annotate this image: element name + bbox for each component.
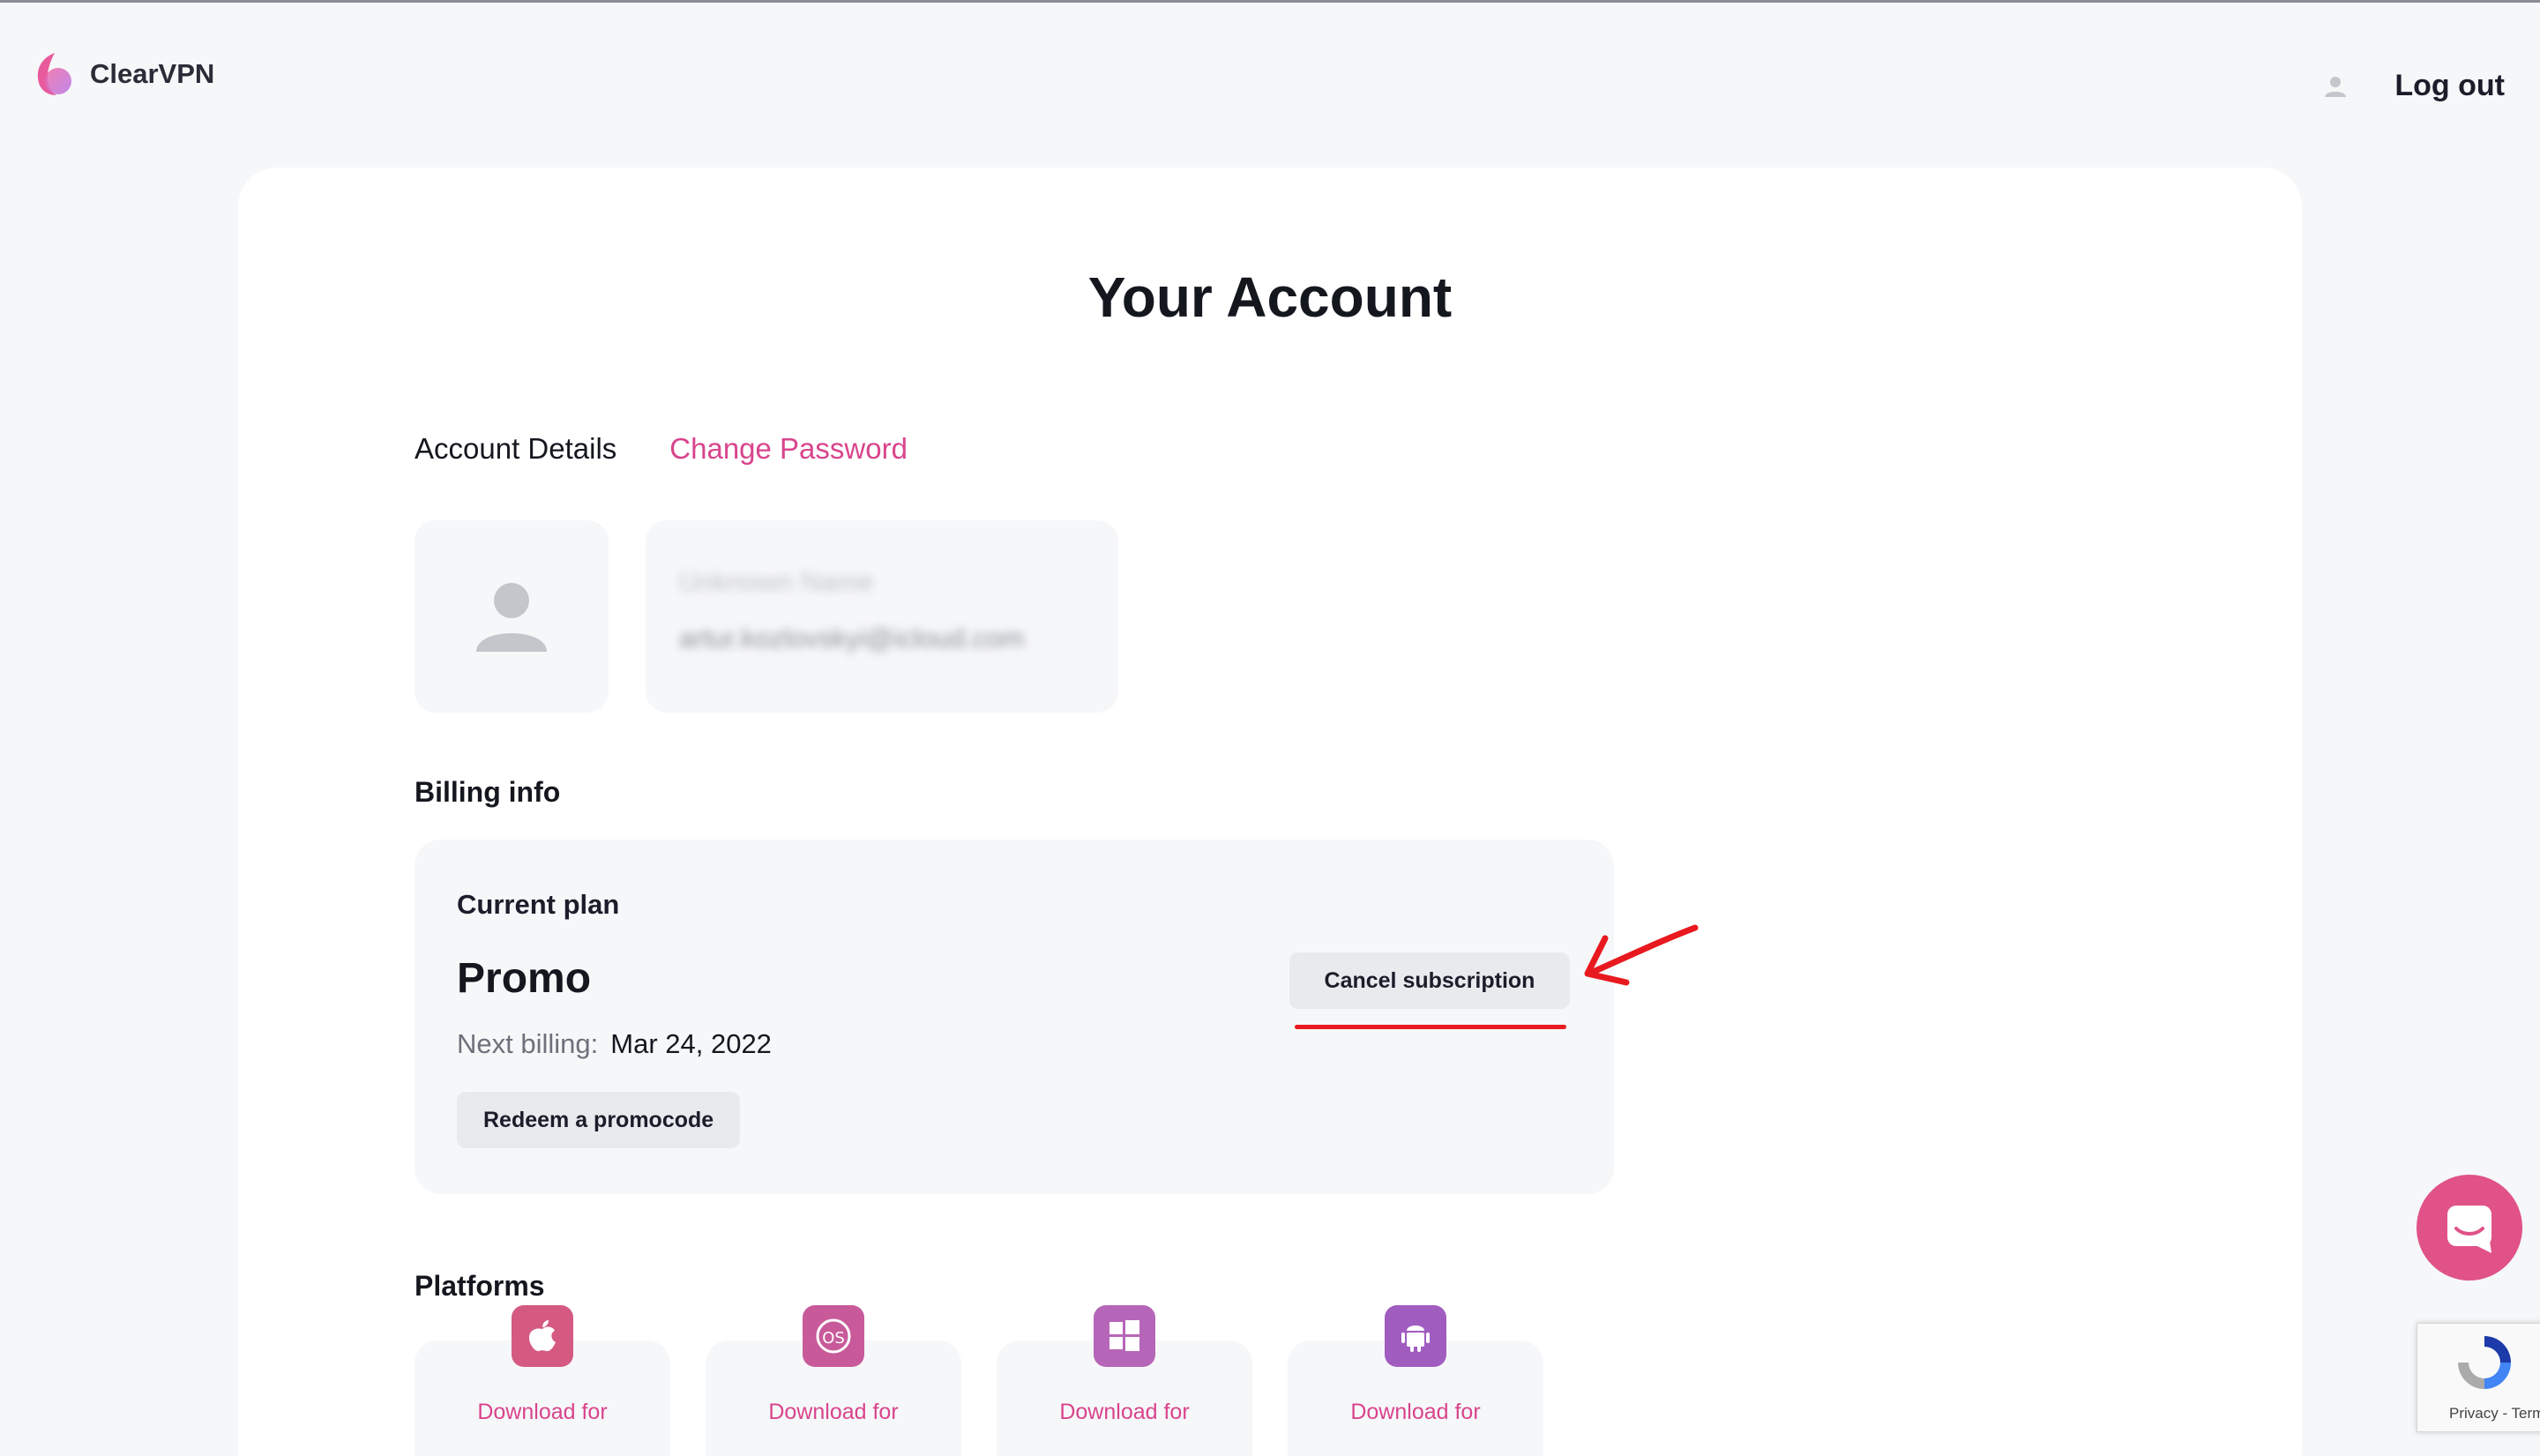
page-title: Your Account — [1087, 265, 1453, 329]
platform-label: Download for — [768, 1400, 899, 1424]
platforms-list: Download for OS Download for Download fo… — [415, 1305, 1579, 1456]
billing-panel: Current plan Promo Next billing: Mar 24, … — [415, 840, 1614, 1194]
billing-section-title: Billing info — [415, 776, 561, 808]
macos-icon: OS — [803, 1305, 864, 1367]
next-billing: Next billing: Mar 24, 2022 — [457, 1028, 772, 1060]
clearvpn-logo-icon — [34, 51, 74, 97]
apple-icon — [512, 1305, 573, 1367]
svg-text:OS: OS — [822, 1329, 845, 1348]
current-plan-label: Current plan — [457, 889, 620, 920]
platform-label: Download for — [1350, 1400, 1481, 1424]
brand-logo[interactable]: ClearVPN — [34, 51, 214, 97]
tab-account-details[interactable]: Account Details — [415, 432, 616, 466]
platform-label: Download for — [1059, 1400, 1190, 1424]
platform-macos[interactable]: OS Download for — [706, 1305, 961, 1456]
avatar-placeholder-icon — [476, 583, 547, 652]
brand-name: ClearVPN — [90, 58, 215, 89]
header-user-area: Log out — [2324, 69, 2505, 103]
recaptcha-icon — [2458, 1336, 2511, 1389]
platform-ios[interactable]: Download for — [415, 1305, 670, 1456]
next-billing-date: Mar 24, 2022 — [610, 1028, 772, 1059]
logout-button[interactable]: Log out — [2394, 69, 2505, 103]
profile-info: Unknown Name artur.kozlovskyi@icloud.com — [646, 520, 1118, 713]
chat-icon — [2447, 1206, 2491, 1253]
annotation-arrow-icon — [1584, 924, 1699, 986]
platforms-section-title: Platforms — [415, 1270, 545, 1302]
plan-name: Promo — [457, 955, 592, 1002]
window-top-border — [0, 0, 2540, 3]
next-billing-label: Next billing: — [457, 1028, 599, 1059]
android-icon — [1385, 1305, 1446, 1367]
user-icon[interactable] — [2324, 75, 2347, 98]
account-tabs: Account Details Change Password — [415, 432, 908, 466]
platform-windows[interactable]: Download for — [997, 1305, 1252, 1456]
cancel-subscription-button[interactable]: Cancel subscription — [1289, 952, 1570, 1009]
recaptcha-badge[interactable]: Privacy - Terms — [2417, 1323, 2540, 1432]
chat-launcher-button[interactable] — [2417, 1175, 2522, 1281]
platform-label: Download for — [477, 1400, 608, 1424]
recaptcha-links[interactable]: Privacy - Terms — [2449, 1405, 2540, 1422]
windows-icon — [1094, 1305, 1155, 1367]
annotation-underline — [1295, 1025, 1566, 1029]
avatar — [415, 520, 609, 713]
account-card: Your Account Account Details Change Pass… — [238, 168, 2302, 1456]
tab-change-password[interactable]: Change Password — [669, 432, 908, 466]
profile-email: artur.kozlovskyi@icloud.com — [679, 623, 1025, 653]
redeem-promocode-button[interactable]: Redeem a promocode — [457, 1092, 741, 1148]
platform-android[interactable]: Download for — [1288, 1305, 1543, 1456]
profile-name: Unknown Name — [679, 566, 874, 597]
